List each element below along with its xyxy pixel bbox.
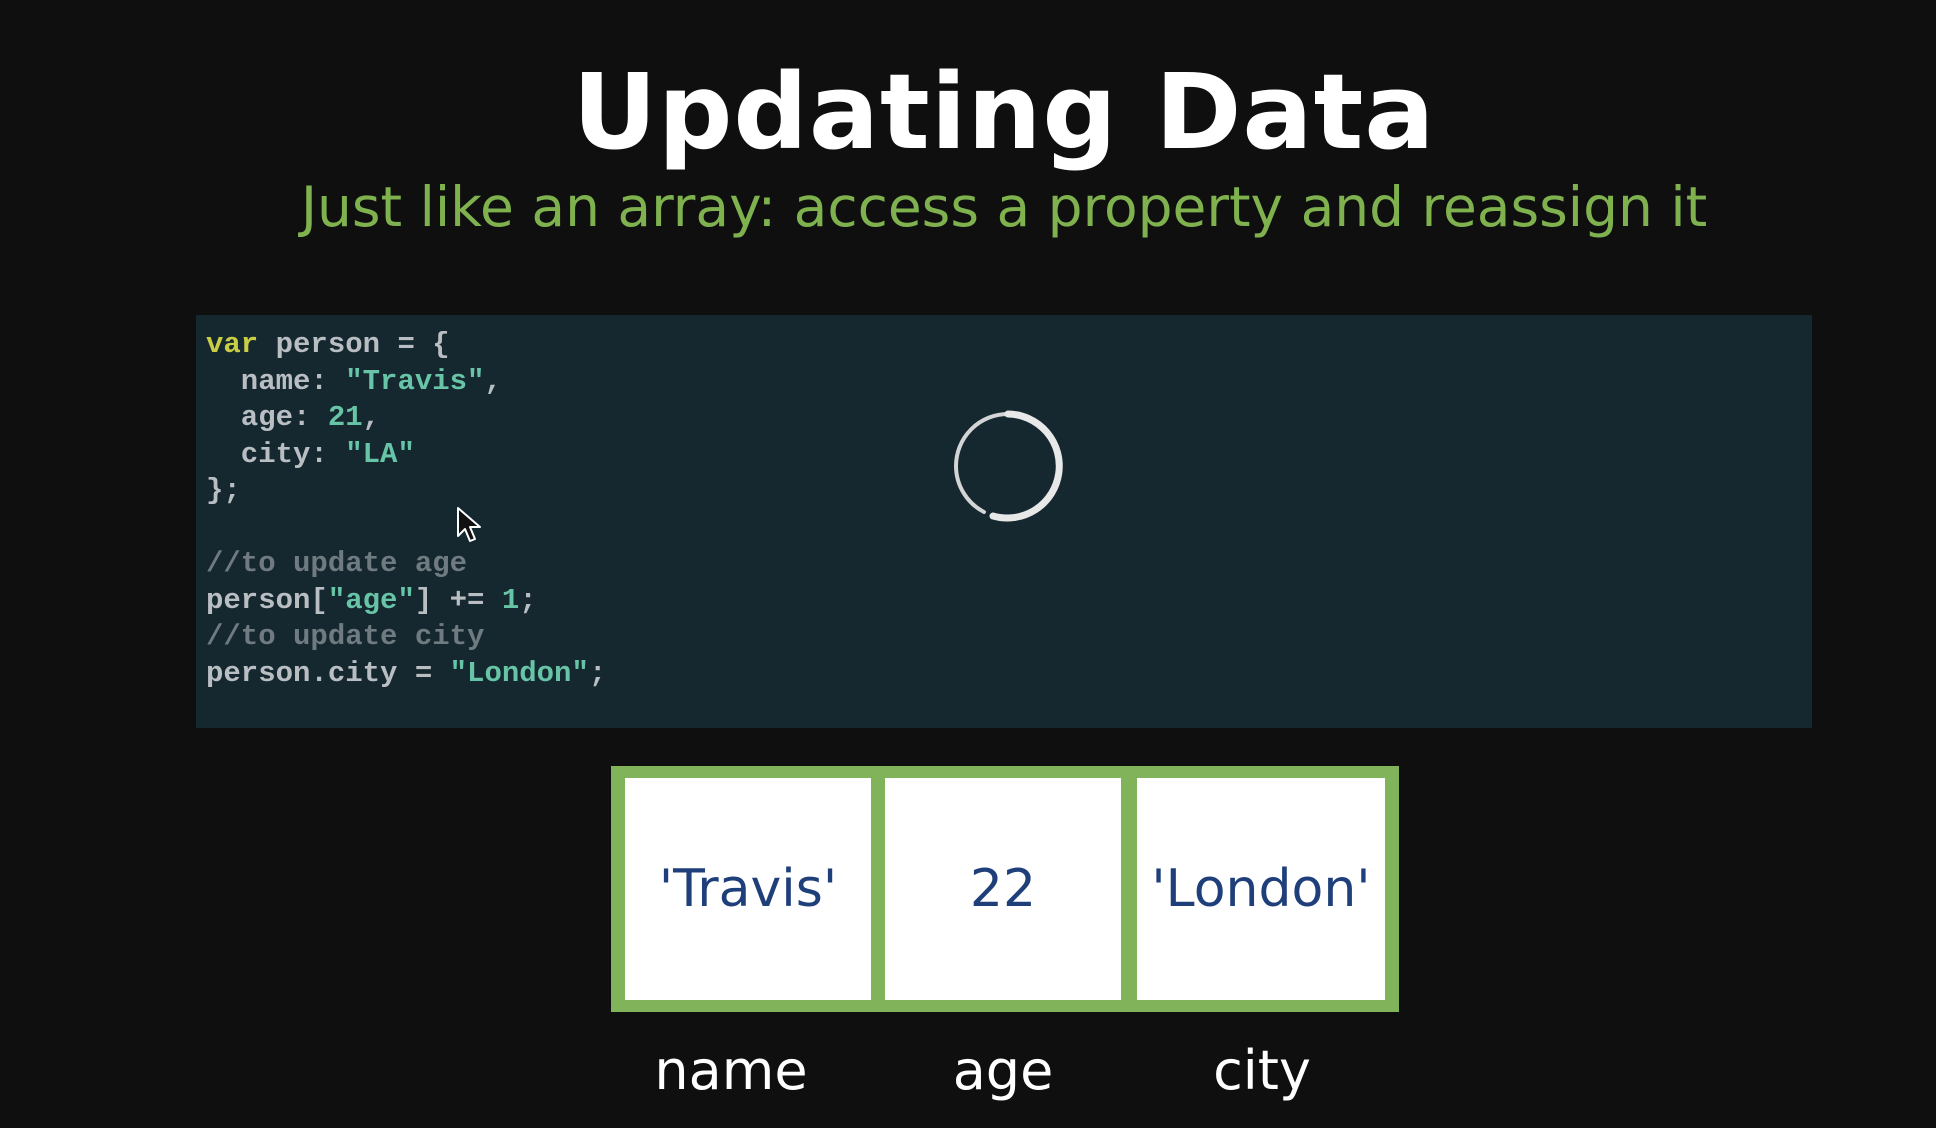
code-token: ; xyxy=(519,583,537,617)
code-token: , xyxy=(484,364,502,398)
key-label-city: city xyxy=(1213,1039,1311,1102)
code-line: name: "Travis", xyxy=(206,364,606,401)
mouse-pointer-icon xyxy=(457,507,481,542)
code-token: name: xyxy=(206,364,346,398)
code-token: age: xyxy=(206,401,328,434)
value-cell-name: 'Travis' xyxy=(625,778,871,1000)
key-label-name: name xyxy=(654,1039,808,1102)
code-token-str: "LA" xyxy=(345,437,415,471)
code-line: }; xyxy=(206,473,606,510)
code-token-str: "Travis" xyxy=(345,364,485,398)
slide-subtitle: Just like an array: access a property an… xyxy=(300,175,1708,239)
code-token: city: xyxy=(206,437,346,471)
code-token-num: 1 xyxy=(501,583,520,617)
code-token: person = { xyxy=(258,328,450,361)
code-token: person[ xyxy=(206,583,328,617)
code-token: ] += xyxy=(414,583,502,617)
code-token-cmt: //to update age xyxy=(206,547,468,580)
code-token-kw: var xyxy=(206,328,259,361)
code-line: city: "LA" xyxy=(206,437,606,474)
code-token-num: 21 xyxy=(327,401,363,434)
code-line: person["age"] += 1; xyxy=(206,583,606,620)
object-diagram: 'Travis' 22 'London' xyxy=(611,766,1399,1012)
code-line: age: 21, xyxy=(206,400,606,437)
loading-spinner-icon xyxy=(953,410,1063,522)
key-label-age: age xyxy=(952,1039,1054,1102)
value-cell-age: 22 xyxy=(885,778,1121,1000)
slide-title: Updating Data xyxy=(572,51,1436,173)
code-line: var person = { xyxy=(206,327,606,364)
value-cell-city: 'London' xyxy=(1137,778,1385,1000)
code-token-cmt: //to update city xyxy=(206,620,485,653)
code-token: , xyxy=(362,401,381,434)
code-line: //to update city xyxy=(206,619,606,656)
code-line: person.city = "London"; xyxy=(206,656,606,693)
code-token: person.city = xyxy=(206,656,450,690)
code-token: ; xyxy=(588,656,607,690)
code-line: //to update age xyxy=(206,546,606,583)
code-token-str: "age" xyxy=(327,583,415,617)
code-token-str: "London" xyxy=(449,656,589,690)
code-block: var person = { name: "Travis", age: 21, … xyxy=(206,327,606,692)
code-token: }; xyxy=(206,474,241,507)
